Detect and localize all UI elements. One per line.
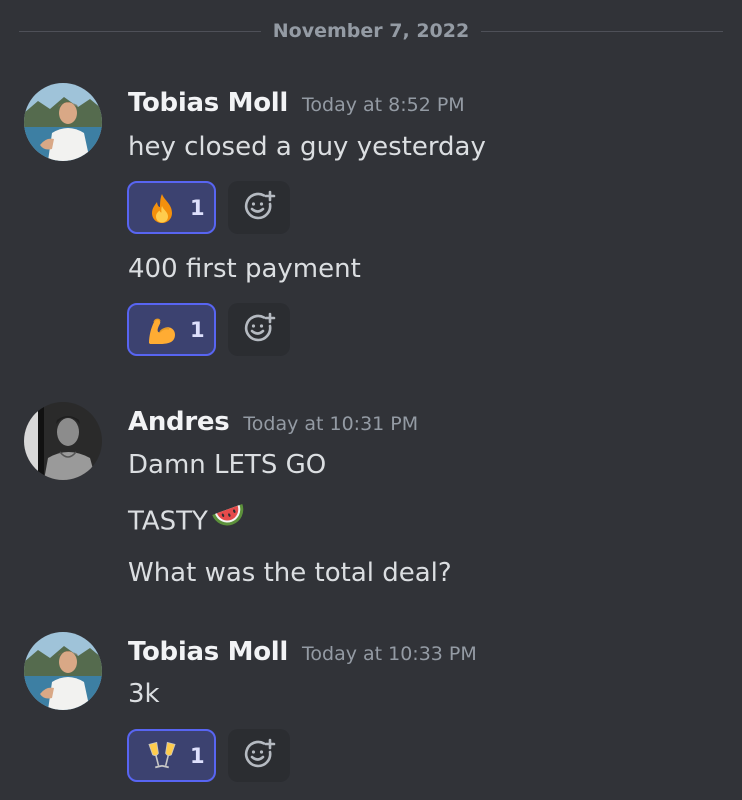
- timestamp[interactable]: Today at 8:52 PM: [302, 94, 465, 116]
- divider-line-right: [481, 31, 723, 32]
- avatar-tobias-moll[interactable]: [24, 632, 102, 710]
- message-text: Damn LETS GO: [128, 450, 327, 480]
- avatar-andres[interactable]: [24, 402, 102, 480]
- timestamp[interactable]: Today at 10:31 PM: [243, 413, 418, 435]
- message-header-3: Tobias Moll Today at 10:33 PM: [128, 637, 477, 667]
- add-reaction-icon: [242, 737, 276, 775]
- username[interactable]: Andres: [128, 407, 230, 437]
- add-reaction-button[interactable]: [228, 181, 290, 234]
- timestamp[interactable]: Today at 10:33 PM: [302, 643, 477, 665]
- message-text: 3k: [128, 679, 160, 709]
- reaction-count: 1: [190, 743, 205, 768]
- flexed-biceps-icon: [146, 314, 178, 346]
- fire-icon: [146, 192, 178, 224]
- message-text-with-emoji: TASTY: [128, 503, 248, 541]
- message-header-1: Tobias Moll Today at 8:52 PM: [128, 88, 465, 118]
- watermelon-icon: [212, 503, 248, 541]
- avatar-tobias-moll[interactable]: [24, 83, 102, 161]
- message-text: hey closed a guy yesterday: [128, 132, 486, 162]
- add-reaction-button[interactable]: [228, 729, 290, 782]
- clinking-glasses-icon: [146, 740, 178, 772]
- add-reaction-icon: [242, 311, 276, 349]
- reaction-clinking-glasses[interactable]: 1: [127, 729, 216, 782]
- message-text: 400 first payment: [128, 254, 361, 284]
- reaction-count: 1: [190, 317, 205, 342]
- username[interactable]: Tobias Moll: [128, 637, 288, 667]
- username[interactable]: Tobias Moll: [128, 88, 288, 118]
- reaction-flexed-biceps[interactable]: 1: [127, 303, 216, 356]
- message-text: What was the total deal?: [128, 558, 452, 588]
- message-header-2: Andres Today at 10:31 PM: [128, 407, 418, 437]
- reaction-fire[interactable]: 1: [127, 181, 216, 234]
- message-text: TASTY: [128, 506, 208, 537]
- reaction-count: 1: [190, 195, 205, 220]
- add-reaction-icon: [242, 189, 276, 227]
- add-reaction-button[interactable]: [228, 303, 290, 356]
